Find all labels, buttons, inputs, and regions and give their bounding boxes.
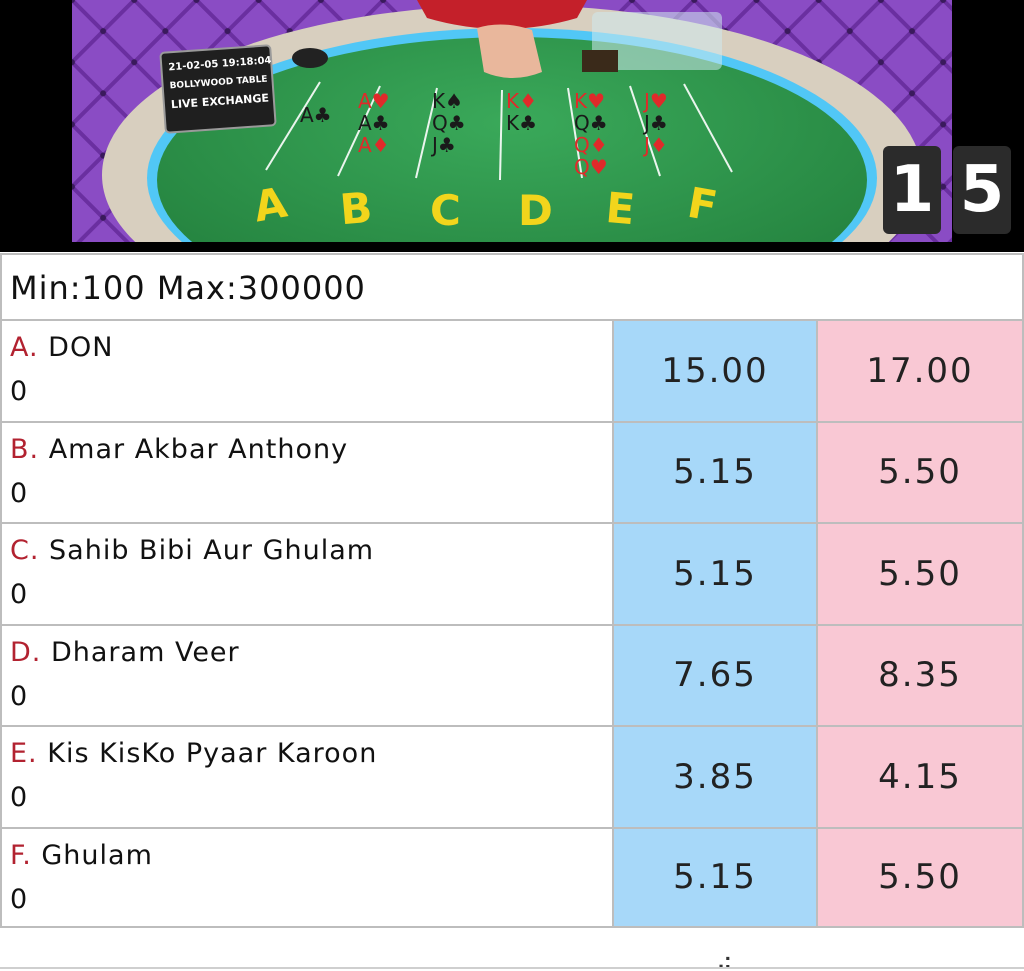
back-odds-button[interactable]: 15.00 (614, 321, 818, 421)
live-video: 21-02-05 19:18:04 BOLLYWOOD TABLE LIVE E… (0, 0, 1024, 252)
lay-odds-button[interactable]: 5.50 (818, 828, 1024, 926)
runner-letter: B. (10, 433, 40, 465)
runner-info: F. Ghulam 0 (0, 828, 614, 926)
runner-info: B. Amar Akbar Anthony 0 (0, 422, 614, 522)
card: K♣ (506, 111, 538, 135)
lay-odds-button[interactable]: 5.50 (818, 524, 1024, 624)
runner-info: A. DON 0 (0, 321, 614, 421)
runner-row: A. DON 0 15.00 17.00 (0, 319, 1024, 421)
card: A♦ (358, 133, 390, 157)
lay-odds-button[interactable]: 17.00 (818, 321, 1024, 421)
countdown-digit-ones: 5 (953, 146, 1011, 234)
table-letter-c: C (430, 186, 461, 235)
table-letter-b: B (337, 182, 375, 235)
runner-name: Kis KisKo Pyaar Karoon (47, 738, 378, 769)
runner-row: E. Kis KisKo Pyaar Karoon 0 3.85 4.15 (0, 725, 1024, 827)
runner-position: 0 (10, 376, 28, 407)
runner-info: E. Kis KisKo Pyaar Karoon 0 (0, 727, 614, 827)
stream-info-badge: 21-02-05 19:18:04 BOLLYWOOD TABLE LIVE E… (159, 44, 277, 134)
table-letters: A B C D E F (250, 177, 754, 235)
card-column-c: K♠ Q♣ J♣ (432, 90, 492, 156)
runner-name: Amar Akbar Anthony (48, 433, 349, 465)
back-odds-button[interactable]: 3.85 (614, 727, 818, 827)
runner-row: C. Sahib Bibi Aur Ghulam 0 5.15 5.50 (0, 522, 1024, 624)
runner-row: B. Amar Akbar Anthony 0 5.15 5.50 (0, 420, 1024, 522)
runner-letter: E. (10, 738, 38, 769)
lay-odds-button[interactable]: 5.50 (818, 422, 1024, 522)
runner-info: D. Dharam Veer 0 (0, 625, 614, 725)
back-odds-button[interactable]: 5.15 (614, 828, 818, 926)
card: Q♣ (574, 111, 608, 135)
back-odds-button[interactable]: 7.65 (614, 625, 818, 725)
card-column-e: K♥ Q♣ Q♦ Q♥ (574, 90, 634, 178)
card-column-f: J♥ J♣ J♦ (644, 90, 704, 156)
card: K♥ (574, 89, 606, 113)
card: Q♣ (432, 111, 466, 135)
lay-odds-button[interactable]: 8.35 (818, 625, 1024, 725)
runner-row: F. Ghulam 0 5.15 5.50 (0, 826, 1024, 928)
lay-odds-button[interactable]: 4.15 (818, 727, 1024, 827)
runner-letter: A. (10, 332, 39, 363)
runner-name: Sahib Bibi Aur Ghulam (49, 535, 375, 566)
runner-letter: D. (10, 636, 42, 668)
runner-position: 0 (10, 579, 28, 610)
card-column-a: A♣ (300, 104, 360, 126)
card: J♣ (432, 133, 456, 157)
runner-letter: F. (10, 839, 32, 871)
runner-info: C. Sahib Bibi Aur Ghulam 0 (0, 524, 614, 624)
runner-letter: C. (10, 535, 40, 566)
runner-name: DON (48, 332, 114, 363)
runner-row: D. Dharam Veer 0 7.65 8.35 (0, 623, 1024, 725)
card: K♠ (432, 89, 464, 113)
runner-position: 0 (10, 782, 28, 813)
card: J♣ (644, 111, 668, 135)
market-table: Min:100 Max:300000 A. DON 0 15.00 17.00 … (0, 253, 1024, 928)
card: J♦ (644, 133, 668, 157)
runner-position: 0 (10, 883, 28, 915)
back-odds-button[interactable]: 5.15 (614, 524, 818, 624)
bet-limits: Min:100 Max:300000 (0, 253, 1024, 319)
card-column-b: A♥ A♣ A♦ (358, 90, 418, 156)
table-letter-e: E (603, 182, 637, 235)
card: A♣ (300, 103, 332, 127)
table-letter-f: F (683, 177, 721, 232)
runner-position: 0 (10, 680, 28, 712)
runner-name: Ghulam (41, 839, 153, 871)
card: Q♦ (574, 133, 608, 157)
table-letter-a: A (249, 177, 291, 232)
card: J♥ (644, 89, 668, 113)
card: A♥ (358, 89, 390, 113)
back-odds-button[interactable]: 5.15 (614, 422, 818, 522)
table-letter-d: D (518, 186, 553, 235)
runner-position: 0 (10, 477, 28, 509)
runner-name: Dharam Veer (50, 636, 240, 668)
card: Q♥ (574, 155, 608, 179)
divider (0, 967, 1024, 969)
card: A♣ (358, 111, 390, 135)
countdown-digit-tens: 1 (883, 146, 941, 234)
card-column-d: K♦ K♣ (506, 90, 566, 134)
card: K♦ (506, 89, 538, 113)
